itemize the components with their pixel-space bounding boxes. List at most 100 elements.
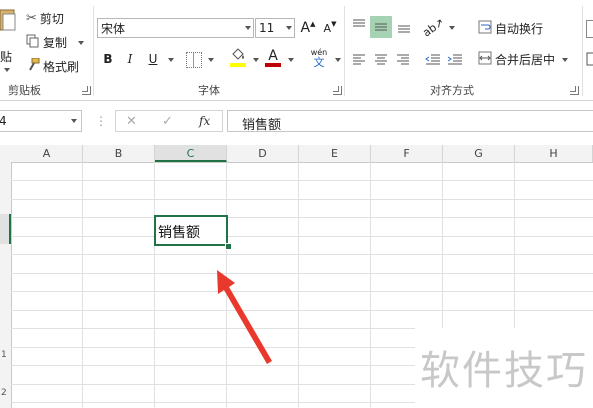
grid-row-line: [11, 254, 593, 255]
column-header-d[interactable]: D: [227, 145, 299, 162]
alignment-group-label: 对齐方式: [430, 84, 474, 97]
align-left-button[interactable]: [350, 50, 368, 68]
insert-function-icon[interactable]: fx: [199, 114, 210, 128]
increase-indent-button[interactable]: [446, 50, 464, 68]
align-bottom-icon: [398, 25, 410, 33]
format-painter-button[interactable]: 格式刷: [26, 57, 79, 75]
underline-dropdown-icon[interactable]: [168, 58, 174, 62]
grid-column-line: [82, 162, 83, 408]
align-right-button[interactable]: [394, 50, 412, 68]
decrease-indent-icon: [425, 54, 440, 65]
column-header-b[interactable]: B: [83, 145, 155, 162]
bold-button[interactable]: B: [99, 50, 117, 68]
column-header-f[interactable]: F: [371, 145, 443, 162]
italic-button[interactable]: I: [121, 50, 139, 68]
column-headers: ABCDEFGH: [0, 145, 593, 163]
shrink-font-button[interactable]: A ▼: [321, 19, 339, 37]
font-size-value: 11: [259, 21, 275, 35]
cut-label: 剪切: [39, 12, 64, 26]
border-dropdown-icon[interactable]: [208, 58, 214, 62]
grid-row-line: [11, 291, 593, 292]
merge-cells-icon: [478, 51, 492, 68]
paste-dropdown-icon[interactable]: [4, 68, 10, 72]
align-middle-icon: [375, 23, 387, 31]
paste-label: 贴: [0, 50, 13, 64]
cancel-entry-icon[interactable]: ✕: [126, 114, 137, 129]
font-name-dropdown-icon[interactable]: [240, 19, 253, 37]
column-header-h[interactable]: H: [515, 145, 593, 162]
merge-center-button[interactable]: 合并后居中: [478, 51, 569, 68]
grow-font-button[interactable]: A ▲: [299, 19, 317, 37]
underline-button[interactable]: U: [144, 50, 162, 68]
row-header-2[interactable]: 2: [1, 388, 7, 398]
grid-row-line: [11, 310, 593, 311]
grid-row-line: [11, 180, 593, 181]
name-box[interactable]: 4: [0, 110, 82, 132]
wrap-text-button[interactable]: 自动换行: [478, 20, 543, 37]
phonetic-guide-button[interactable]: wén 文: [308, 48, 330, 70]
grid-row-line: [11, 273, 593, 274]
paint-bucket-icon: [232, 48, 244, 60]
fill-color-button[interactable]: [230, 48, 248, 68]
merge-dropdown-icon[interactable]: [562, 57, 569, 62]
watermark-text: 软件技巧: [420, 348, 588, 394]
font-size-combo[interactable]: 11: [255, 18, 295, 38]
column-header-c[interactable]: C: [155, 145, 227, 162]
formula-bar-grip-icon: ⋮: [95, 114, 107, 128]
copy-label: 复制: [43, 36, 68, 50]
font-size-dropdown-icon[interactable]: [281, 19, 294, 37]
font-color-icon: A: [268, 48, 278, 64]
column-header-g[interactable]: G: [443, 145, 515, 162]
fill-color-dropdown-icon[interactable]: [253, 58, 259, 62]
align-top-button[interactable]: [350, 16, 368, 34]
formula-input[interactable]: 销售额: [227, 110, 593, 133]
selected-row-header[interactable]: [0, 214, 11, 244]
name-box-dropdown-icon[interactable]: [71, 119, 77, 123]
align-middle-button[interactable]: [370, 16, 392, 38]
grid-row-line: [11, 236, 593, 237]
wrap-text-label: 自动换行: [495, 22, 544, 36]
ribbon: 贴 ✂ 剪切 复制 格式刷 剪贴板 宋体 11 A ▲ A ▼ B I U A …: [0, 0, 593, 101]
font-color-button[interactable]: A: [265, 48, 281, 68]
phonetic-bottom: 文: [313, 56, 325, 69]
name-box-value: 4: [0, 114, 7, 128]
number-format-combo[interactable]: [586, 20, 593, 38]
align-top-icon: [353, 19, 365, 27]
enter-entry-icon[interactable]: ✓: [162, 114, 173, 129]
cut-button[interactable]: ✂ 剪切: [26, 10, 64, 27]
font-dialog-launcher-icon[interactable]: [333, 86, 342, 95]
phonetic-dropdown-icon[interactable]: [335, 58, 341, 62]
grid-column-line: [298, 162, 299, 408]
grid-column-line: [370, 162, 371, 408]
fill-handle[interactable]: [225, 243, 232, 250]
orientation-button[interactable]: ab↗: [420, 15, 446, 39]
paste-icon: [0, 9, 16, 31]
align-center-button[interactable]: [372, 50, 390, 68]
align-bottom-button[interactable]: [395, 18, 413, 36]
select-all-corner[interactable]: [0, 147, 10, 161]
grid-row-line: [11, 217, 593, 218]
copy-button[interactable]: 复制: [26, 34, 85, 51]
align-left-icon: [353, 54, 365, 65]
font-name-value: 宋体: [101, 21, 126, 36]
copy-dropdown-icon[interactable]: [78, 40, 85, 45]
formula-content: 销售额: [242, 118, 282, 133]
row-header-1[interactable]: 1: [1, 350, 7, 360]
paste-button[interactable]: 贴: [0, 4, 22, 74]
merge-center-label: 合并后居中: [495, 53, 556, 67]
clipboard-dialog-launcher-icon[interactable]: [82, 86, 91, 95]
number-format-icon[interactable]: [586, 52, 593, 66]
alignment-dialog-launcher-icon[interactable]: [570, 86, 579, 95]
orientation-dropdown-icon[interactable]: [449, 26, 455, 30]
decrease-indent-button[interactable]: [424, 50, 442, 68]
column-header-a[interactable]: A: [11, 145, 83, 162]
grid-row-line: [11, 199, 593, 200]
column-header-e[interactable]: E: [299, 145, 371, 162]
annotation-arrow-icon: [217, 270, 272, 364]
font-color-dropdown-icon[interactable]: [288, 58, 294, 62]
shrink-font-icon: A: [323, 21, 332, 35]
border-button[interactable]: [186, 52, 202, 68]
font-name-combo[interactable]: 宋体: [97, 18, 254, 38]
text-orientation-icon: ab↗: [419, 15, 447, 39]
active-cell-value: 销售额: [158, 225, 200, 241]
